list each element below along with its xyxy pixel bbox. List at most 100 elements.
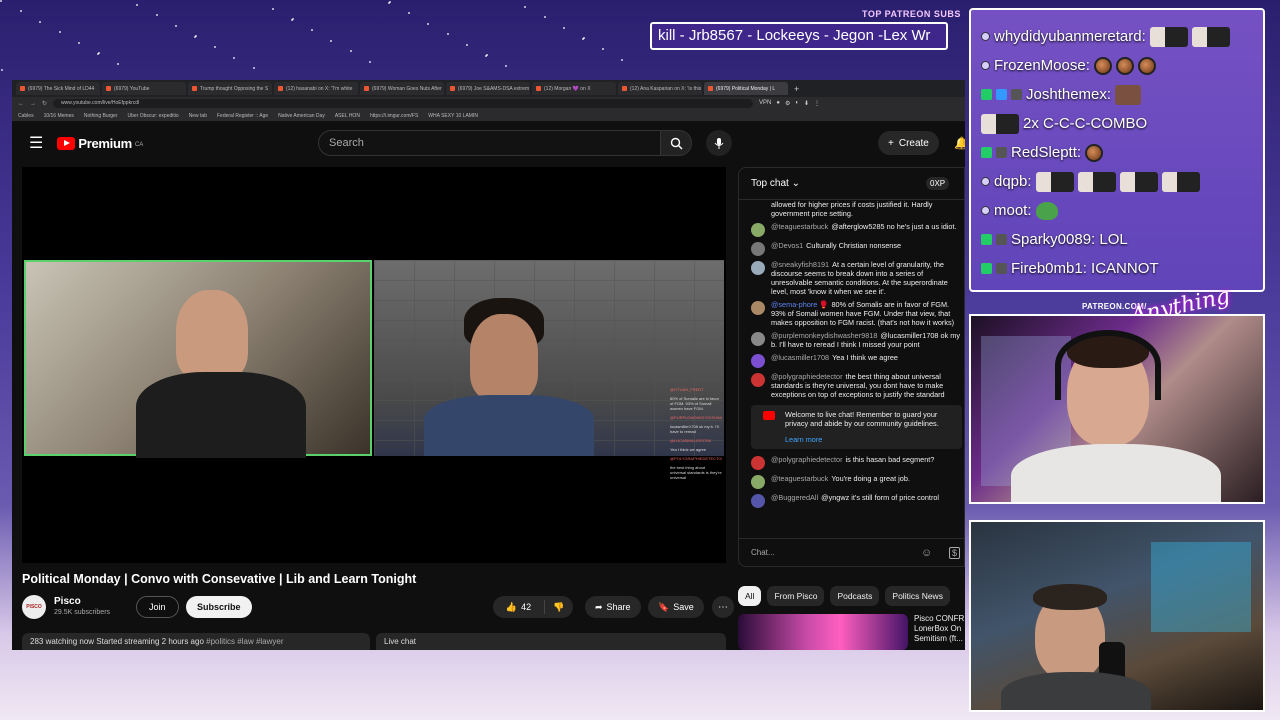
live-chat-button[interactable]: Live chat: [376, 633, 726, 650]
stream-chat-line: Fireb0mb1: ICANNOT: [981, 254, 1253, 283]
chat-message-body: @lucasmiller1708 Yea I think we agree: [771, 353, 898, 368]
like-button[interactable]: 👍 42: [493, 600, 545, 614]
new-tab-icon[interactable]: +: [790, 84, 803, 94]
top-chat-dropdown[interactable]: Top chat: [751, 178, 789, 189]
reload-icon[interactable]: ↻: [42, 100, 47, 107]
chat-message[interactable]: @polygraphiedetector the best thing about…: [751, 372, 962, 399]
subscribe-button[interactable]: Subscribe: [186, 596, 252, 618]
xp-badge[interactable]: 0XP: [926, 177, 950, 190]
search-button[interactable]: [660, 130, 692, 156]
chat-username[interactable]: @polygraphiedetector: [771, 455, 843, 464]
bookmark-item[interactable]: Uber Obscur: expeditio: [128, 113, 179, 119]
share-button[interactable]: ➦ Share: [585, 596, 641, 618]
extension-icon[interactable]: ●: [776, 100, 780, 107]
hashtags[interactable]: #politics #law #lawyer: [206, 637, 283, 646]
chat-message[interactable]: @teaguestarbuck You're doing a great job.: [751, 474, 962, 489]
channel-name[interactable]: Pisco: [54, 596, 81, 607]
chat-message[interactable]: @polygraphiedetector is this hasan bad se…: [751, 455, 962, 470]
extension-icon[interactable]: ⋮: [814, 100, 820, 107]
user-avatar[interactable]: [751, 456, 765, 470]
chevron-down-icon[interactable]: ⌄: [789, 178, 800, 189]
recommended-title[interactable]: Pisco CONFR LonerBox On Semitism (ft...: [914, 614, 965, 644]
save-button[interactable]: 🔖 Save: [648, 596, 704, 618]
chat-username[interactable]: @BuggeredAll: [771, 493, 818, 502]
url-field[interactable]: www.youtube.com/live/HoEfppkrcdl: [53, 99, 754, 108]
youtube-logo[interactable]: Premium CA: [57, 136, 143, 151]
bookmark-item[interactable]: ASEL HON: [335, 113, 360, 119]
in-video-chat-line: @LUCASMILLER1708: [670, 438, 711, 443]
recommended-thumbnail[interactable]: [738, 614, 908, 650]
bookmark-item[interactable]: https://i.imgur.com/FS: [370, 113, 418, 119]
bookmark-item[interactable]: 10/16 Memes: [44, 113, 74, 119]
user-avatar[interactable]: [751, 373, 765, 387]
browser-tab[interactable]: (6979) Joe S&AMS-DSA extrem: [446, 82, 530, 95]
user-avatar[interactable]: [751, 223, 765, 237]
chat-message[interactable]: @BuggeredAll @yngwz it's still form of pr…: [751, 493, 962, 508]
create-button[interactable]: + Create: [878, 131, 939, 155]
chat-username[interactable]: @Devos1: [771, 241, 803, 250]
bookmark-item[interactable]: WHA SEXY 10 LAMIN: [428, 113, 478, 119]
chat-username[interactable]: @sema-phore 🥊: [771, 300, 828, 309]
browser-tab[interactable]: (6979) The Sick Mind of LD44: [16, 82, 100, 95]
extension-icon[interactable]: VPN: [759, 100, 771, 107]
forward-icon[interactable]: →: [30, 101, 36, 107]
chat-message[interactable]: @teaguestarbuck @afterglow5285 no he's ju…: [751, 222, 962, 237]
user-avatar[interactable]: [751, 242, 765, 256]
browser-tab[interactable]: Trump thought Opposing the S: [188, 82, 272, 95]
chat-username[interactable]: @teaguestarbuck: [771, 474, 828, 483]
filter-chip[interactable]: Politics News: [885, 586, 950, 606]
extension-icon[interactable]: ⚙: [785, 100, 790, 107]
address-bar: ← → ↻ www.youtube.com/live/HoEfppkrcdl V…: [12, 97, 965, 110]
join-button[interactable]: Join: [136, 596, 179, 618]
chat-text: Culturally Christian nonsense: [806, 241, 902, 250]
bookmark-item[interactable]: Cables: [18, 113, 34, 119]
chat-message[interactable]: @sneakyfish8191 At a certain level of gra…: [751, 260, 962, 296]
browser-tab[interactable]: (6979) Woman Goes Nuts After: [360, 82, 444, 95]
chat-username[interactable]: @purplemonkeydishwasher9818: [771, 331, 877, 340]
chat-username[interactable]: @polygraphiedetector: [771, 372, 843, 381]
browser-tab[interactable]: (12) Ana Kasparian on X: 'Is this: [618, 82, 702, 95]
super-chat-icon[interactable]: $: [949, 547, 961, 559]
video-player[interactable]: @GTUAH_FREDT 80% of Somalis are in favor …: [22, 167, 726, 563]
extension-icon[interactable]: ⬇: [804, 100, 809, 107]
back-icon[interactable]: ←: [18, 101, 24, 107]
chat-username[interactable]: @sneakyfish8191: [771, 260, 829, 269]
chat-input[interactable]: Chat... ☺ $: [739, 538, 965, 568]
user-avatar[interactable]: [751, 332, 765, 346]
dislike-button[interactable]: 👎: [545, 602, 573, 613]
more-actions-button[interactable]: ⋯: [712, 596, 734, 618]
emoji-icon[interactable]: ☺: [921, 547, 932, 559]
browser-tab[interactable]: (6979) Political Monday | L: [704, 82, 788, 95]
learn-more-link[interactable]: Learn more: [785, 435, 956, 444]
user-avatar[interactable]: [751, 301, 765, 315]
extension-icon[interactable]: ◐: [795, 100, 799, 107]
chat-message[interactable]: @purplemonkeydishwasher9818 @lucasmiller1…: [751, 331, 962, 349]
filter-chip[interactable]: All: [738, 586, 762, 606]
search-input[interactable]: Search: [318, 130, 670, 156]
channel-avatar[interactable]: PISCO: [22, 595, 46, 619]
user-avatar[interactable]: [751, 494, 765, 508]
browser-tab[interactable]: (6979) YouTube: [102, 82, 186, 95]
recommended-video[interactable]: Pisco CONFR LonerBox On Semitism (ft...: [738, 614, 965, 650]
chat-username[interactable]: @lucasmiller1708: [771, 353, 829, 362]
bookmark-item[interactable]: Nothing Burger: [84, 113, 118, 119]
chat-username[interactable]: @teaguestarbuck: [771, 222, 828, 231]
user-avatar[interactable]: [751, 261, 765, 275]
stream-chat-text: whydidyubanmeretard:: [994, 28, 1146, 45]
chat-message[interactable]: @sema-phore 🥊 80% of Somalis are in favor…: [751, 300, 962, 327]
voice-search-button[interactable]: [706, 130, 732, 156]
bookmark-item[interactable]: New tab: [189, 113, 207, 119]
browser-tab[interactable]: (12) hasanabi on X: "I'm white: [274, 82, 358, 95]
filter-chip[interactable]: Podcasts: [830, 586, 880, 606]
user-avatar[interactable]: [751, 354, 765, 368]
notifications-bell-icon[interactable]: 🔔: [954, 136, 965, 150]
bookmark-item[interactable]: Federal Register :: Age: [217, 113, 268, 119]
bookmark-item[interactable]: Native American Day: [278, 113, 325, 119]
chat-message[interactable]: @Devos1 Culturally Christian nonsense: [751, 241, 962, 256]
filter-chip[interactable]: From Pisco: [767, 586, 825, 606]
hamburger-menu-icon[interactable]: ☰: [29, 133, 43, 153]
description-box[interactable]: 283 watching now Started streaming 2 hou…: [22, 633, 370, 650]
browser-tab[interactable]: (12) Morgan 💜 on X: [532, 82, 616, 95]
user-avatar[interactable]: [751, 475, 765, 489]
chat-message[interactable]: @lucasmiller1708 Yea I think we agree: [751, 353, 962, 368]
